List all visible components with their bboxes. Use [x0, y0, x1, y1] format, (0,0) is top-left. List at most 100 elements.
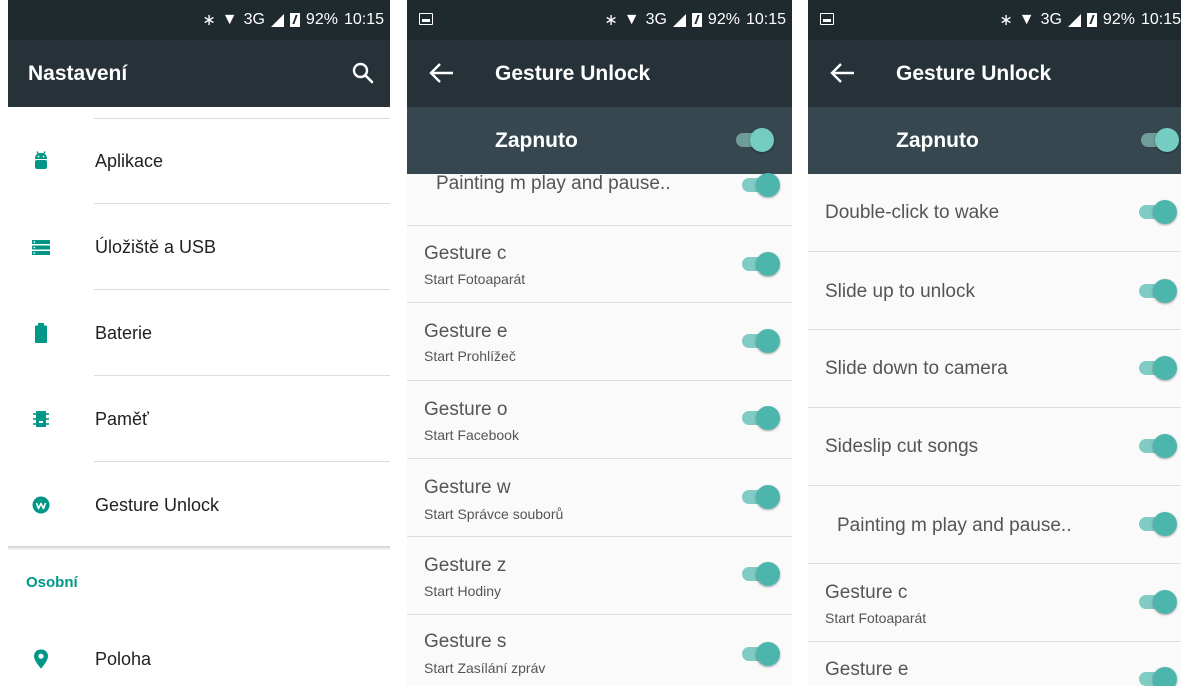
gesture-title: Gesture z [424, 555, 507, 576]
gesture-title: Gesture o [424, 399, 508, 420]
option-row-sideslip-cut-songs[interactable]: Sideslip cut songs [808, 408, 1181, 485]
toggle-switch[interactable] [740, 640, 780, 668]
gesture-action: Start Fotoaparát [424, 271, 526, 287]
gesture-action: Start Hodiny [424, 583, 502, 599]
gesture-action: Start Prohlížeč [424, 348, 516, 364]
master-toggle[interactable] [734, 126, 774, 154]
toggle-switch[interactable] [1137, 510, 1177, 538]
bluetooth-icon: ∗ [999, 12, 1013, 29]
gesture-row-z[interactable]: Gesture z Start Hodiny [407, 537, 792, 614]
option-label: Slide up to unlock [825, 281, 975, 302]
gesture-unlock-screen-3: ∗ ▼ 3G 92% 10:15 Gesture Unlock Zapnuto … [808, 0, 1181, 686]
gesture-toolbar: Gesture Unlock [808, 40, 1181, 107]
gesture-title: Gesture c [424, 243, 507, 264]
toggle-switch[interactable] [1137, 432, 1177, 460]
gesture-row-e[interactable]: Gesture e [808, 642, 1181, 686]
toggle-switch[interactable] [740, 560, 780, 588]
option-row-slide-down-camera[interactable]: Slide down to camera [808, 330, 1181, 407]
bluetooth-icon: ∗ [202, 12, 216, 29]
settings-toolbar: Nastavení [8, 40, 390, 107]
status-icons: ∗ ▼ 3G 92% 10:15 [604, 0, 786, 40]
category-header: Osobní [26, 574, 78, 591]
settings-item-storage[interactable]: Úložiště a USB [8, 204, 390, 290]
master-switch-bar[interactable]: Zapnuto [808, 107, 1181, 174]
gesture-row-painting-m[interactable]: Painting m play and pause.. [407, 171, 792, 225]
master-switch-label: Zapnuto [495, 129, 578, 152]
gesture-title: Gesture e [424, 321, 508, 342]
page-title: Nastavení [28, 62, 128, 85]
gesture-row-c[interactable]: Gesture c Start Fotoaparát [407, 226, 792, 303]
status-bar: ∗ ▼ 3G 92% 10:15 [808, 0, 1181, 40]
gesture-action: Start Fotoaparát [825, 610, 927, 626]
status-bar: ∗ ▼ 3G 92% 10:15 [8, 0, 390, 40]
bluetooth-icon: ∗ [604, 12, 618, 29]
settings-item-label: Úložiště a USB [95, 237, 217, 257]
gesture-row-e[interactable]: Gesture e Start Prohlížeč [407, 303, 792, 380]
signal-icon [270, 13, 284, 27]
clock: 10:15 [745, 11, 786, 28]
network-type: 3G [645, 11, 667, 28]
toggle-switch[interactable] [740, 327, 780, 355]
toggle-switch[interactable] [1137, 277, 1177, 305]
storage-icon [32, 240, 50, 255]
gesture-icon [32, 496, 50, 514]
settings-item-label: Baterie [95, 323, 153, 343]
battery-charging-icon [1086, 13, 1097, 27]
gesture-toolbar: Gesture Unlock [407, 40, 792, 107]
option-row-slide-up-unlock[interactable]: Slide up to unlock [808, 252, 1181, 329]
gesture-row-s[interactable]: Gesture s Start Zasílání zpráv [407, 615, 792, 686]
gesture-title: Gesture s [424, 631, 507, 652]
toggle-switch[interactable] [1137, 665, 1177, 686]
network-type: 3G [243, 11, 265, 28]
battery-percent: 92% [1102, 11, 1135, 28]
gesture-row-w[interactable]: Gesture w Start Správce souborů [407, 459, 792, 536]
settings-item-label: Aplikace [95, 151, 164, 171]
option-label: Double-click to wake [825, 202, 1000, 223]
settings-item-gesture-unlock[interactable]: Gesture Unlock [8, 462, 390, 548]
back-arrow-icon[interactable] [828, 58, 858, 88]
settings-item-apps[interactable]: Aplikace [8, 118, 390, 204]
gesture-unlock-screen-2: ∗ ▼ 3G 92% 10:15 Gesture Unlock Zapnuto … [407, 0, 792, 686]
location-icon [34, 649, 48, 669]
back-arrow-icon[interactable] [427, 58, 457, 88]
toggle-switch[interactable] [740, 171, 780, 199]
option-row-double-click-wake[interactable]: Double-click to wake [808, 174, 1181, 251]
status-icons: ∗ ▼ 3G 92% 10:15 [202, 0, 384, 40]
gesture-title: Gesture c [825, 582, 908, 603]
status-bar: ∗ ▼ 3G 92% 10:15 [407, 0, 792, 40]
page-title: Gesture Unlock [896, 62, 1052, 85]
settings-item-location[interactable]: Poloha [8, 616, 390, 686]
battery-icon [35, 323, 47, 343]
master-toggle[interactable] [1139, 126, 1179, 154]
settings-item-memory[interactable]: Paměť [8, 376, 390, 462]
gesture-row-o[interactable]: Gesture o Start Facebook [407, 381, 792, 458]
battery-charging-icon [691, 13, 702, 27]
page-title: Gesture Unlock [495, 62, 651, 85]
gesture-row-c[interactable]: Gesture c Start Fotoaparát [808, 564, 1181, 641]
toggle-switch[interactable] [740, 404, 780, 432]
settings-item-battery[interactable]: Baterie [8, 290, 390, 376]
settings-screen: ∗ ▼ 3G 92% 10:15 Nastavení Aplikace Úlož… [8, 0, 390, 686]
option-label: Painting m play and pause.. [837, 515, 1072, 536]
gesture-action: Start Facebook [424, 427, 519, 443]
gesture-row-label: Painting m play and pause.. [436, 173, 671, 194]
toggle-switch[interactable] [1137, 198, 1177, 226]
toggle-switch[interactable] [1137, 588, 1177, 616]
toggle-switch[interactable] [1137, 354, 1177, 382]
master-switch-bar[interactable]: Zapnuto [407, 107, 792, 174]
search-icon[interactable] [352, 62, 374, 84]
gesture-action: Start Správce souborů [424, 506, 564, 522]
gesture-action: Start Zasílání zpráv [424, 660, 546, 676]
toggle-switch[interactable] [740, 250, 780, 278]
toggle-switch[interactable] [740, 483, 780, 511]
android-icon [35, 151, 47, 169]
wifi-icon: ▼ [221, 11, 238, 28]
option-label: Sideslip cut songs [825, 436, 979, 457]
memory-icon [33, 411, 49, 427]
signal-icon [1067, 13, 1081, 27]
battery-charging-icon [289, 13, 300, 27]
option-row-painting-m[interactable]: Painting m play and pause.. [808, 486, 1181, 563]
option-label: Slide down to camera [825, 358, 1008, 379]
notification-icon [419, 13, 433, 25]
wifi-icon: ▼ [623, 11, 640, 28]
